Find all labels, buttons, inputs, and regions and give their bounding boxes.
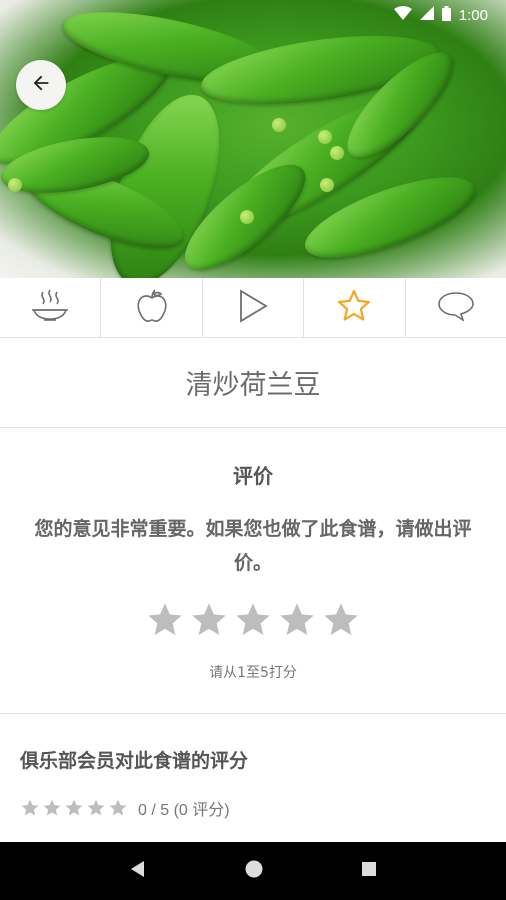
recipe-title: 清炒荷兰豆 (0, 338, 506, 428)
system-nav-bar (0, 842, 506, 900)
rating-message: 您的意见非常重要。如果您也做了此食谱，请做出评价。 (34, 518, 472, 574)
tab-rating[interactable] (304, 278, 406, 338)
rating-section: 评价 您的意见非常重要。如果您也做了此食谱，请做出评价。 请从1至5打分 (0, 430, 506, 714)
signal-icon (419, 6, 434, 24)
tab-cooking[interactable] (0, 278, 102, 338)
tab-video[interactable] (203, 278, 305, 338)
tab-nutrition[interactable] (101, 278, 203, 338)
star-icon (64, 798, 84, 818)
club-score-text: 0 / 5 (0 评分) (138, 802, 230, 819)
tab-comments[interactable] (406, 278, 506, 338)
battery-icon (441, 5, 451, 25)
star-icon (20, 798, 40, 818)
club-rating-heading: 俱乐部会员对此食谱的评分 (20, 750, 249, 772)
star-icon (86, 798, 106, 818)
status-bar: 1:00 (0, 0, 506, 30)
apple-icon (136, 288, 168, 328)
star-icon[interactable] (321, 600, 361, 640)
star-icon[interactable] (145, 600, 185, 640)
club-rating-row: 0 / 5 (0 评分) (20, 796, 230, 820)
recipe-screen: 1:00 清炒荷兰豆 评价 您的意见非常重要。如果您也做了此食谱，请做出评价。 … (0, 0, 506, 900)
recipe-tab-bar (0, 278, 506, 338)
recents-square-icon[interactable] (361, 861, 377, 881)
rating-stars (0, 600, 506, 640)
rating-heading: 评价 (233, 464, 273, 488)
home-circle-icon[interactable] (244, 859, 264, 883)
rating-hint: 请从1至5打分 (209, 665, 297, 681)
comment-icon (437, 291, 475, 325)
status-time: 1:00 (458, 6, 488, 24)
star-icon (108, 798, 128, 818)
star-icon[interactable] (277, 600, 317, 640)
recipe-photo: 1:00 (0, 0, 506, 278)
star-icon (336, 288, 372, 328)
star-icon[interactable] (189, 600, 229, 640)
star-icon[interactable] (233, 600, 273, 640)
arrow-left-icon (30, 72, 52, 98)
dish-icon (30, 289, 70, 327)
wifi-icon (393, 6, 412, 24)
back-triangle-icon[interactable] (129, 860, 147, 882)
star-icon (42, 798, 62, 818)
club-rating-section: 俱乐部会员对此食谱的评分 0 / 5 (0 评分) (0, 714, 506, 842)
play-icon (238, 289, 268, 327)
back-button[interactable] (16, 60, 66, 110)
